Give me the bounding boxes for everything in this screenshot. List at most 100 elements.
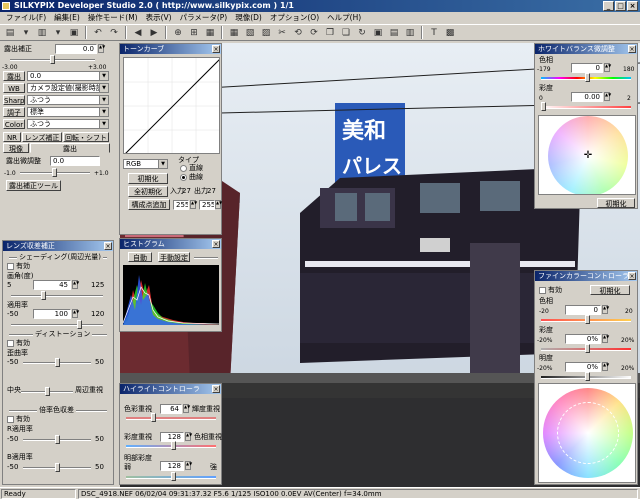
fc-hue-spin[interactable]: ▲▼	[602, 305, 609, 314]
fc-hue-slider[interactable]	[541, 315, 631, 324]
fine-color-wheel[interactable]	[538, 383, 636, 483]
fc-sat-input[interactable]: 0%	[565, 334, 601, 344]
tab-nr[interactable]: NR	[3, 132, 21, 142]
fit-icon[interactable]: ⊞	[187, 26, 201, 39]
menu-edit[interactable]: 編集(E)	[50, 12, 84, 24]
redo-icon[interactable]: ↷	[107, 26, 121, 39]
tone-value-a[interactable]: 255	[173, 200, 189, 210]
undo-icon[interactable]: ↶	[91, 26, 105, 39]
tab-rotate[interactable]: 回転・シフト	[63, 132, 109, 142]
save-icon[interactable]: ▣	[67, 26, 81, 39]
fc-hue-thumb[interactable]	[585, 315, 590, 324]
fine-color-init-button[interactable]: 初期化	[590, 285, 630, 295]
wb-sat-input[interactable]: 0.00	[571, 92, 603, 102]
row-wb-button[interactable]: WB	[3, 83, 25, 93]
wb-init-button[interactable]: 初期化	[597, 198, 635, 208]
exposure-adjust-thumb[interactable]	[52, 168, 57, 177]
dropdown-icon[interactable]: ▾	[19, 26, 33, 39]
open-folder-icon[interactable]: ▥	[35, 26, 49, 39]
b-apply-slider[interactable]	[23, 463, 91, 472]
hl-value-3[interactable]: 128	[160, 461, 184, 471]
type-linear-radio[interactable]	[180, 165, 187, 172]
center-periphery-thumb[interactable]	[45, 387, 50, 396]
scissors-icon[interactable]: ✂	[275, 26, 289, 39]
exposure-adjust-slider[interactable]	[20, 168, 90, 177]
row-tone-select[interactable]: 標準	[27, 107, 109, 117]
exposure-spin[interactable]: ▲▼	[98, 44, 105, 53]
fine-color-enable-checkbox[interactable]	[539, 287, 546, 294]
distortion-slider[interactable]	[23, 358, 91, 367]
row-exposure-select[interactable]: 0.0	[27, 71, 109, 81]
exposure-adjust-input[interactable]: 0.0	[50, 156, 100, 166]
shading-enable-checkbox[interactable]	[7, 263, 14, 270]
fc-hue-input[interactable]: 0	[565, 305, 601, 315]
hl-value-1[interactable]: 64	[160, 404, 182, 414]
grid-select-icon[interactable]: ▧	[243, 26, 257, 39]
text-tool-icon[interactable]: T	[427, 26, 441, 39]
menu-develop[interactable]: 現像(D)	[231, 12, 266, 24]
hl-thumb-1[interactable]	[151, 413, 156, 422]
fc-sat-thumb[interactable]	[585, 344, 590, 353]
apply-thumb[interactable]	[77, 320, 82, 329]
distortion-thumb[interactable]	[55, 358, 60, 367]
exposure-slider[interactable]	[10, 55, 95, 64]
wb-hue-spin[interactable]: ▲▼	[604, 63, 611, 72]
tone-add-point-button[interactable]: 構成点追加	[128, 199, 170, 210]
develop-icon[interactable]: ▣	[371, 26, 385, 39]
row-tone-button[interactable]: 調子	[3, 107, 25, 117]
menu-file[interactable]: ファイル(F)	[2, 12, 50, 24]
wb-hue-thumb[interactable]	[585, 73, 590, 82]
fc-light-input[interactable]: 0%	[565, 362, 601, 372]
r-apply-thumb[interactable]	[55, 435, 60, 444]
tone-all-init-button[interactable]: 全初期化	[128, 186, 168, 197]
close-icon[interactable]: ×	[628, 272, 636, 280]
rotate-right-icon[interactable]: ⟳	[307, 26, 321, 39]
row-sharp-button[interactable]: Sharp	[3, 95, 25, 105]
open-icon[interactable]: ▤	[3, 26, 17, 39]
type-curve-radio[interactable]	[180, 174, 187, 181]
tab-lens[interactable]: レンズ補正	[22, 132, 62, 142]
hl-slider-1[interactable]	[126, 413, 216, 422]
batch-icon[interactable]: ▤	[387, 26, 401, 39]
close-icon[interactable]: ×	[212, 240, 220, 248]
tone-value-b-spin[interactable]: ▲▼	[215, 200, 222, 209]
wb-sat-spin[interactable]: ▲▼	[604, 92, 611, 101]
fc-light-slider[interactable]	[541, 372, 631, 381]
tone-value-a-spin[interactable]: ▲▼	[190, 200, 197, 209]
row-color-button[interactable]: Color	[3, 119, 25, 129]
close-icon[interactable]: ×	[104, 242, 112, 250]
menu-option[interactable]: オプション(O)	[266, 12, 323, 24]
fc-light-spin[interactable]: ▲▼	[602, 362, 609, 371]
wb-color-wheel[interactable]: ✛	[538, 115, 636, 195]
refresh-icon[interactable]: ↻	[355, 26, 369, 39]
close-icon[interactable]: ×	[212, 45, 220, 53]
copy-icon[interactable]: ❐	[323, 26, 337, 39]
hl-thumb-3[interactable]	[171, 472, 176, 481]
minimize-button[interactable]: _	[603, 1, 614, 11]
wb-hue-input[interactable]: 0	[571, 63, 603, 73]
angle-slider[interactable]	[11, 291, 103, 300]
wb-sat-slider[interactable]	[541, 102, 631, 111]
menu-help[interactable]: ヘルプ(H)	[323, 12, 365, 24]
exposure-slider-thumb[interactable]	[50, 55, 55, 64]
grid-wb-icon[interactable]: ▨	[259, 26, 273, 39]
tab-exposure[interactable]: 露出	[30, 143, 110, 153]
histogram-slider[interactable]	[194, 257, 218, 259]
tone-channel-select[interactable]: RGB	[123, 159, 168, 169]
hl-slider-2[interactable]	[126, 441, 216, 450]
apply-spin[interactable]: ▲▼	[72, 309, 79, 318]
prev-icon[interactable]: ◀	[131, 26, 145, 39]
zoom-100-icon[interactable]: ▦	[203, 26, 217, 39]
fc-light-thumb[interactable]	[585, 372, 590, 381]
hl-value-2-spin[interactable]: ▲▼	[185, 432, 192, 441]
hl-value-3-spin[interactable]: ▲▼	[185, 461, 192, 470]
wb-hue-slider[interactable]	[541, 73, 631, 82]
histogram-auto-button[interactable]: 自動	[128, 252, 152, 262]
chromatic-enable-checkbox[interactable]	[7, 416, 14, 423]
histogram-manual-button[interactable]: 手動設定	[158, 252, 190, 262]
fc-sat-spin[interactable]: ▲▼	[602, 334, 609, 343]
b-apply-thumb[interactable]	[55, 463, 60, 472]
row-exposure-button[interactable]: 露出	[3, 71, 25, 81]
angle-input[interactable]: 45	[33, 280, 71, 290]
tone-init-button[interactable]: 初期化	[128, 173, 168, 184]
